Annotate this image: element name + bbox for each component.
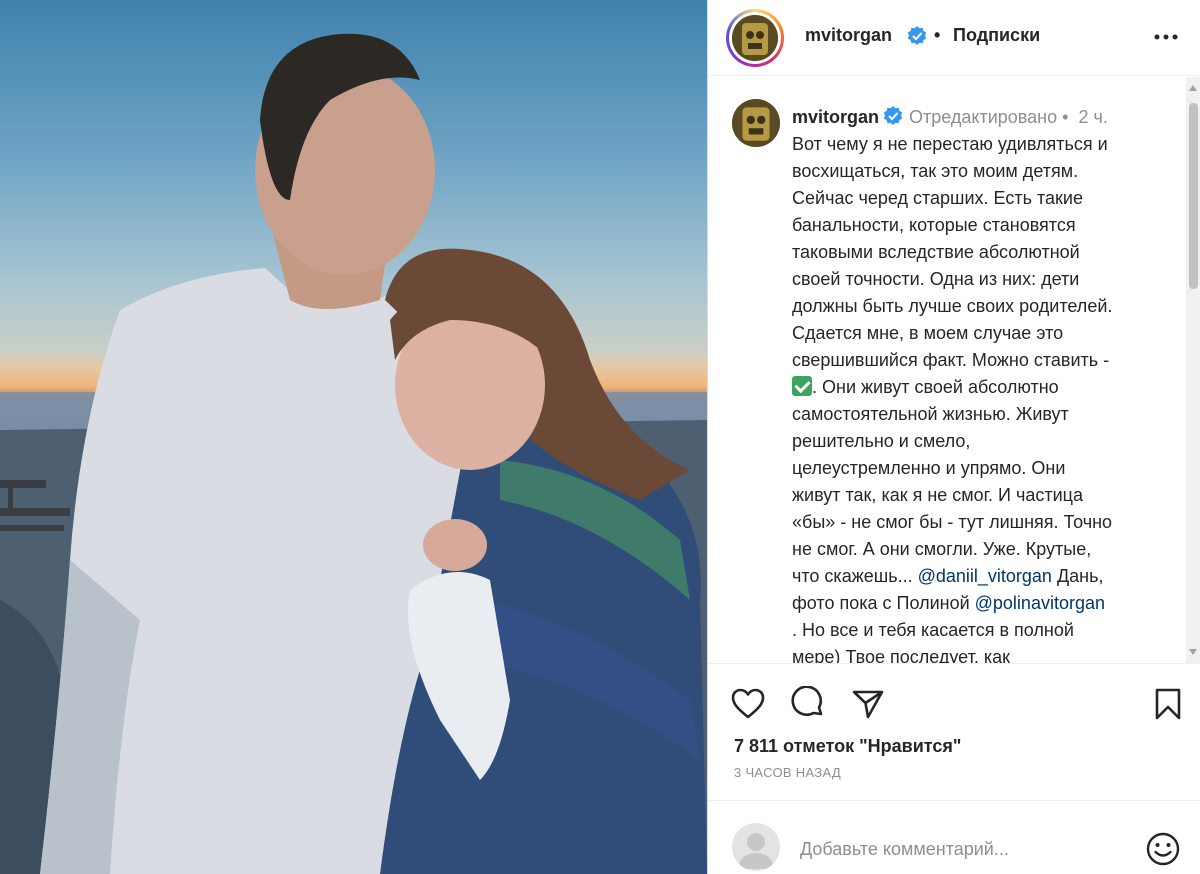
send-icon[interactable] [850,686,886,722]
caption-line: таковыми вследствие абсолютной [792,242,1080,262]
caption-line-with-check: . Они живут своей абсолютно [792,374,1182,401]
author-avatar[interactable] [732,15,778,61]
current-user-avatar [732,823,780,871]
caption-line: банальности, которые становятся [792,215,1076,235]
verified-badge-icon [907,26,927,45]
caption-line: Сейчас черед старших. Есть такие [792,188,1083,208]
check-mark-emoji-icon [792,376,812,396]
caption-line: свершившийся факт. Можно ставить - [792,350,1110,370]
caption-line: восхищаться, так это моим детям. [792,161,1079,181]
following-button[interactable]: Подписки [953,25,1040,46]
header-separator: • [934,25,941,45]
caption-avatar[interactable] [732,99,780,147]
comment-icon[interactable] [790,686,826,722]
caption-text-fragment: что скажешь... [792,566,918,586]
caption-line: не смог. А они смогли. Уже. Крутые, [792,539,1092,559]
caption-line: Вот чему я не перестаю удивляться и [792,134,1108,154]
caption-line: своей точности. Одна из них: дети [792,269,1080,289]
caption-line: решительно и смело, [792,431,971,451]
scroll-up-arrow-icon[interactable] [1189,85,1197,91]
caption-line-mention-1: что скажешь... @daniil_vitorgan Дань, [792,563,1182,590]
caption-scrollbar[interactable] [1186,77,1200,663]
edited-label: Отредактировано • [909,107,1069,127]
comment-bar [708,800,1200,874]
scroll-down-arrow-icon[interactable] [1189,649,1197,655]
post-header: mvitorgan • Подписки [708,0,1200,76]
scroll-thumb[interactable] [1189,103,1198,289]
caption-line-mention-2: фото пока с Полиной @polinavitorgan [792,590,1182,617]
caption-line: . Но все и тебя касается в полной [792,620,1074,640]
caption-text-fragment: Дань, [1051,566,1104,586]
post-photo[interactable] [0,0,707,874]
author-username[interactable]: mvitorgan [805,25,892,46]
mention-link-polina[interactable]: @polinavitorgan [975,593,1105,613]
post-timestamp[interactable]: 3 ЧАСОВ НАЗАД [734,765,841,780]
caption-line: должны быть лучше своих родителей. [792,296,1113,316]
caption-line: мере) Твое последует, как [792,647,1010,663]
like-count[interactable]: 7 811 отметок "Нравится" [734,736,961,757]
post-photo-illustration [0,33,707,874]
caption-text: Вот чему я не перестаю удивляться и восх… [792,131,1182,663]
verified-badge-icon [883,106,903,125]
caption-line: «бы» - не смог бы - тут лишняя. Точно [792,512,1113,532]
comment-input[interactable] [800,839,1100,860]
heart-icon[interactable] [730,686,766,722]
caption-username[interactable]: mvitorgan [792,107,879,127]
caption-line: Сдается мне, в моем случае это [792,323,1064,343]
caption-line: самостоятельной жизнью. Живут [792,404,1069,424]
caption-line: живут так, как я не смог. И частица [792,485,1083,505]
mention-link-daniil[interactable]: @daniil_vitorgan [918,566,1052,586]
smile-icon[interactable] [1145,831,1181,867]
caption-area: mvitorgan Отредактировано • 2 ч. Вот чему… [708,77,1186,663]
caption-text-fragment: фото пока с Полиной [792,593,975,613]
caption-line-suffix: . Они живут своей абсолютно [812,377,1059,397]
caption-line: целеустремленно и упрямо. Они [792,458,1066,478]
post-details-panel: mvitorgan • Подписки mvitorgan Отредакти… [707,0,1200,874]
caption-time[interactable]: 2 ч. [1078,107,1107,127]
action-bar [708,663,1200,737]
bookmark-icon[interactable] [1150,686,1186,722]
more-horizontal-icon[interactable] [1151,22,1181,52]
caption-meta: mvitorgan Отредактировано • 2 ч. [792,106,1108,128]
